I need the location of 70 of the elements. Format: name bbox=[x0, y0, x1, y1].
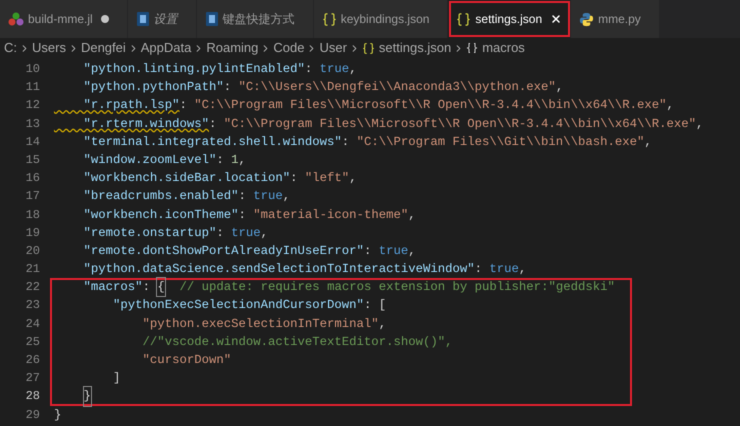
code-line: "remote.dontShowPortAlreadyInUseError": true, bbox=[82, 242, 417, 260]
breadcrumb-item[interactable]: C: bbox=[4, 38, 17, 58]
code-line: "workbench.iconTheme": "material-icon-theme", bbox=[82, 206, 417, 224]
line-number: 10 bbox=[26, 61, 40, 78]
python-icon bbox=[579, 12, 594, 26]
tab-label: build-mme.jl bbox=[28, 11, 93, 28]
code-line: "breadcrumbs.enabled": true, bbox=[82, 188, 292, 206]
breadcrumb-item[interactable]: Roaming bbox=[206, 38, 258, 58]
line-number: 14 bbox=[26, 134, 40, 151]
line-number: 20 bbox=[26, 242, 40, 260]
line-number: 27 bbox=[26, 370, 40, 388]
code-line: "r.rpath.lsp": "C:\\Program Files\\Microsoft\\R Open\\R-3.4.4\\bin\\x64\\R.exe", bbox=[82, 97, 674, 114]
breadcrumb-item[interactable]: Dengfei bbox=[80, 38, 126, 58]
file-icon bbox=[136, 11, 150, 27]
object-icon bbox=[466, 42, 478, 54]
breadcrumb-item[interactable]: Users bbox=[32, 38, 66, 58]
line-number: 29 bbox=[26, 406, 40, 424]
code-line: "window.zoomLevel": 1, bbox=[82, 152, 247, 169]
breadcrumb-item[interactable]: AppData bbox=[140, 38, 192, 58]
code-line: } bbox=[50, 387, 632, 406]
code-line: "macros": { // update: requires macros extension by publisher:"geddski" bbox=[50, 278, 632, 296]
breadcrumb-item[interactable]: macros bbox=[466, 38, 525, 58]
tab-label: mme.py bbox=[598, 11, 641, 28]
breadcrumb-item[interactable]: User bbox=[319, 38, 347, 58]
close-icon[interactable] bbox=[550, 13, 562, 25]
line-number: 11 bbox=[26, 79, 40, 96]
code-line: "cursorDown" bbox=[50, 351, 632, 370]
line-number: 28 bbox=[26, 388, 40, 406]
line-number: 25 bbox=[26, 334, 40, 351]
line-number: 17 bbox=[26, 188, 40, 206]
code-line: "python.pythonPath": "C:\\Users\\Dengfei\\Anaconda3\\python.exe", bbox=[82, 79, 564, 96]
line-number: 18 bbox=[26, 206, 40, 224]
editor-tab[interactable]: settings.json bbox=[448, 0, 572, 38]
line-number: 13 bbox=[26, 116, 40, 133]
braces-icon bbox=[362, 42, 375, 54]
line-number: 12 bbox=[26, 97, 40, 114]
editor-tab[interactable]: keybindings.json bbox=[314, 0, 448, 38]
line-number: 26 bbox=[26, 352, 40, 369]
line-number: 19 bbox=[26, 224, 40, 242]
code-line: "python.dataScience.sendSelectionToInteractiveWindow": true, bbox=[82, 261, 528, 278]
code-line: "terminal.integrated.shell.windows": "C:\\Program Files\\Git\\bin\\bash.exe", bbox=[82, 134, 652, 151]
code-line: //"vscode.window.activeTextEditor.show()", bbox=[50, 332, 632, 351]
editor-tab[interactable]: build-mme.jl bbox=[0, 0, 128, 38]
code-line: } bbox=[53, 406, 62, 424]
line-number: 21 bbox=[26, 261, 40, 278]
code-line: "remote.onstartup": true, bbox=[82, 224, 270, 242]
dots-icon bbox=[8, 12, 24, 26]
line-number: 16 bbox=[26, 170, 40, 188]
editor-tab[interactable]: 键盘快捷方式 bbox=[196, 0, 314, 38]
line-number: 23 bbox=[26, 297, 40, 314]
code-line: ] bbox=[50, 369, 632, 388]
code-line: "pythonExecSelectionAndCursorDown": [ bbox=[50, 296, 632, 315]
file-icon bbox=[204, 11, 219, 27]
code-line: "r.rterm.windows": "C:\\Program Files\\Microsoft\\R Open\\R-3.4.4\\bin\\x64\\R.exe", bbox=[82, 116, 704, 133]
tab-label: keybindings.json bbox=[340, 11, 430, 28]
breadcrumb-item[interactable]: Code bbox=[273, 38, 304, 58]
tab-label: 设置 bbox=[154, 11, 178, 28]
breadcrumb-item[interactable]: settings.json bbox=[362, 38, 452, 58]
braces-icon bbox=[456, 12, 472, 26]
braces-icon bbox=[322, 12, 337, 26]
tab-label: 键盘快捷方式 bbox=[222, 11, 295, 28]
editor-tab[interactable]: mme.py bbox=[571, 0, 660, 38]
line-number: 22 bbox=[26, 279, 40, 296]
code-line: "python.linting.pylintEnabled": true, bbox=[82, 61, 358, 78]
line-number: 24 bbox=[26, 316, 40, 333]
tab-label: settings.json bbox=[475, 11, 542, 28]
editor-tab[interactable]: 设置 bbox=[128, 0, 197, 38]
code-line: "workbench.sideBar.location": "left", bbox=[82, 170, 358, 188]
line-number: 15 bbox=[26, 152, 40, 169]
code-line: "python.execSelectionInTerminal", bbox=[50, 314, 632, 333]
